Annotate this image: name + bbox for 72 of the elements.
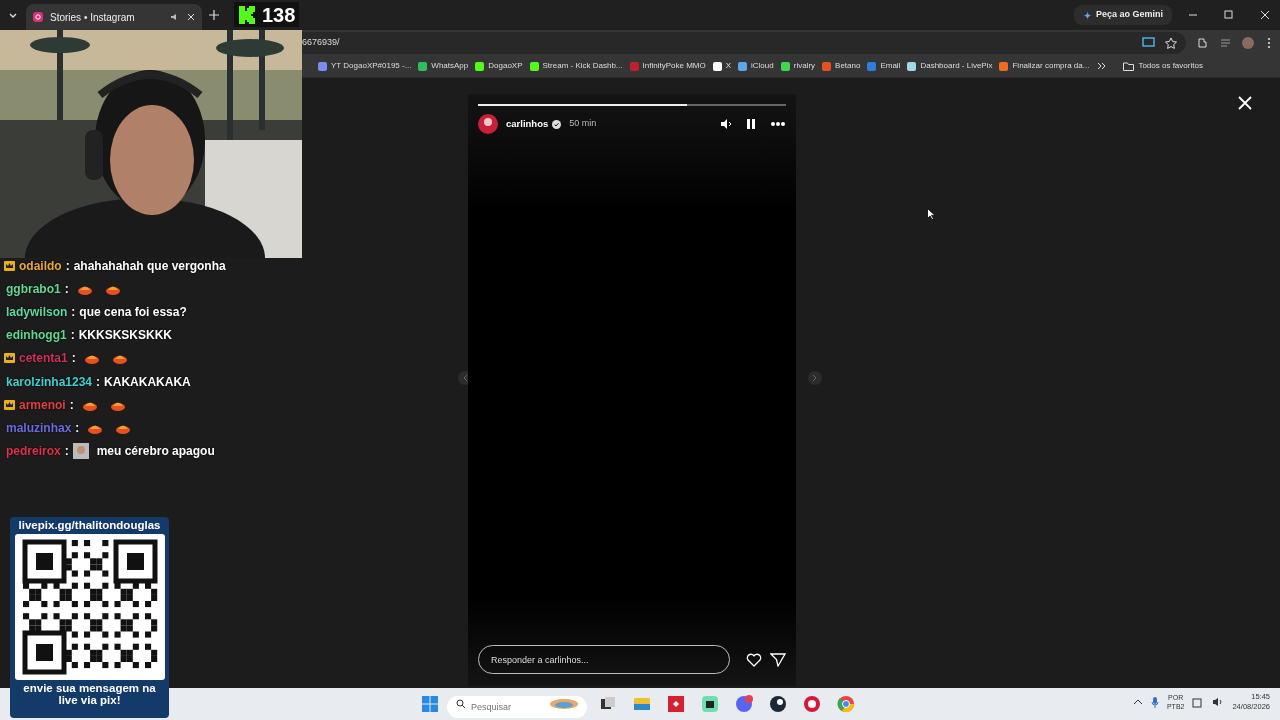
bookmark[interactable]: Dashboard - LivePix — [907, 60, 993, 72]
close-icon[interactable] — [186, 12, 196, 22]
mute-icon[interactable] — [720, 118, 732, 130]
sparkle-icon — [1082, 10, 1092, 20]
bookmark[interactable]: WhatsApp — [418, 60, 469, 72]
next-button[interactable] — [808, 371, 822, 385]
screen-icon[interactable] — [1142, 36, 1156, 49]
post-time: 50 min — [569, 117, 597, 131]
avatar-icon[interactable] — [478, 114, 498, 134]
k-logo-icon — [238, 4, 258, 25]
camera-icon — [32, 11, 44, 23]
chevron-left-icon — [462, 374, 468, 382]
browser-icon[interactable] — [837, 695, 855, 713]
chat-separator: : — [65, 257, 70, 275]
bookmark[interactable]: YT DogaoXP#0195 -... — [318, 60, 412, 72]
tab-title: Stories • Instagram — [50, 10, 136, 25]
chat-separator: : — [69, 396, 74, 414]
chat-username: edinhogg1 — [6, 327, 67, 345]
chat-username: ggbrabo1 — [6, 280, 61, 298]
reply-field[interactable]: Responder a carlinhos... — [478, 645, 730, 674]
folder-icon — [1123, 61, 1135, 71]
folder-icon[interactable] — [633, 695, 651, 713]
bookmark[interactable]: DogaoXP — [475, 60, 523, 72]
chat-username: ladywilson — [6, 303, 68, 321]
chat-separator: : — [64, 280, 69, 298]
bookmark[interactable]: Email — [867, 60, 901, 72]
chevron-up-icon[interactable] — [1132, 698, 1143, 707]
chat-username: armenoi — [19, 396, 66, 414]
chat-separator: : — [70, 327, 75, 345]
chat-message: meu cérebro apagou — [96, 443, 215, 461]
chat-username: karolzinha1234 — [6, 373, 93, 391]
chat-separator: : — [96, 373, 101, 391]
chat-message: KAKAKAKAKA — [104, 373, 191, 391]
bookmark[interactable]: Stream - Kick Dashb... — [529, 60, 623, 72]
chat-username: maluzinhax — [6, 419, 72, 437]
chat-separator: : — [71, 350, 76, 368]
qr-caption: envie sua mensagem na live via pix! — [22, 681, 157, 707]
search-field[interactable]: Pesquisar — [447, 696, 587, 718]
chat-message: KKKSKSKSKKK — [78, 327, 172, 345]
start-icon[interactable] — [421, 695, 439, 713]
all-bookmarks[interactable]: Todos os favoritos — [1123, 60, 1203, 72]
chat-separator: : — [64, 443, 69, 461]
chat-username: pedreirox — [6, 443, 61, 461]
pause-icon[interactable] — [746, 118, 756, 130]
volume-icon[interactable] — [1212, 696, 1225, 709]
viewer-count: 138 — [262, 2, 296, 28]
username[interactable]: carlinhos — [506, 116, 549, 132]
more-icon[interactable] — [770, 121, 786, 127]
browser-tab[interactable]: Stories • Instagram — [26, 4, 202, 30]
bookmark[interactable]: Betano — [822, 60, 861, 72]
chat-username: odaildo — [19, 257, 62, 275]
microphone-icon[interactable] — [1150, 696, 1159, 709]
send-icon[interactable] — [770, 652, 786, 667]
chat-message: que cena foi essa? — [79, 303, 187, 321]
bookmark[interactable]: Finalizar compra da... — [999, 60, 1090, 72]
bookmark[interactable]: InfinityPoke MMO — [629, 60, 706, 72]
chevron-right-icon — [812, 374, 818, 382]
app-icon[interactable] — [667, 695, 685, 713]
cursor-icon — [927, 208, 935, 220]
chat-separator: : — [71, 303, 76, 321]
gemini-button[interactable]: Peça ao Gemini — [1073, 5, 1172, 25]
heart-icon[interactable] — [746, 652, 762, 667]
star-icon[interactable] — [1164, 36, 1178, 49]
bookmark[interactable]: iCloud — [738, 60, 774, 72]
chat-username: cetenta1 — [19, 350, 68, 368]
bookmark[interactable]: rivalry — [780, 60, 816, 72]
bookmark[interactable]: X — [712, 60, 732, 72]
chat-message: ahahahahah que vergonha — [73, 257, 226, 275]
qr-title: livepix.gg/thalitondouglas — [18, 519, 161, 532]
chat-separator: : — [75, 419, 80, 437]
search-icon — [456, 699, 466, 709]
new-tab-icon[interactable] — [208, 9, 220, 21]
